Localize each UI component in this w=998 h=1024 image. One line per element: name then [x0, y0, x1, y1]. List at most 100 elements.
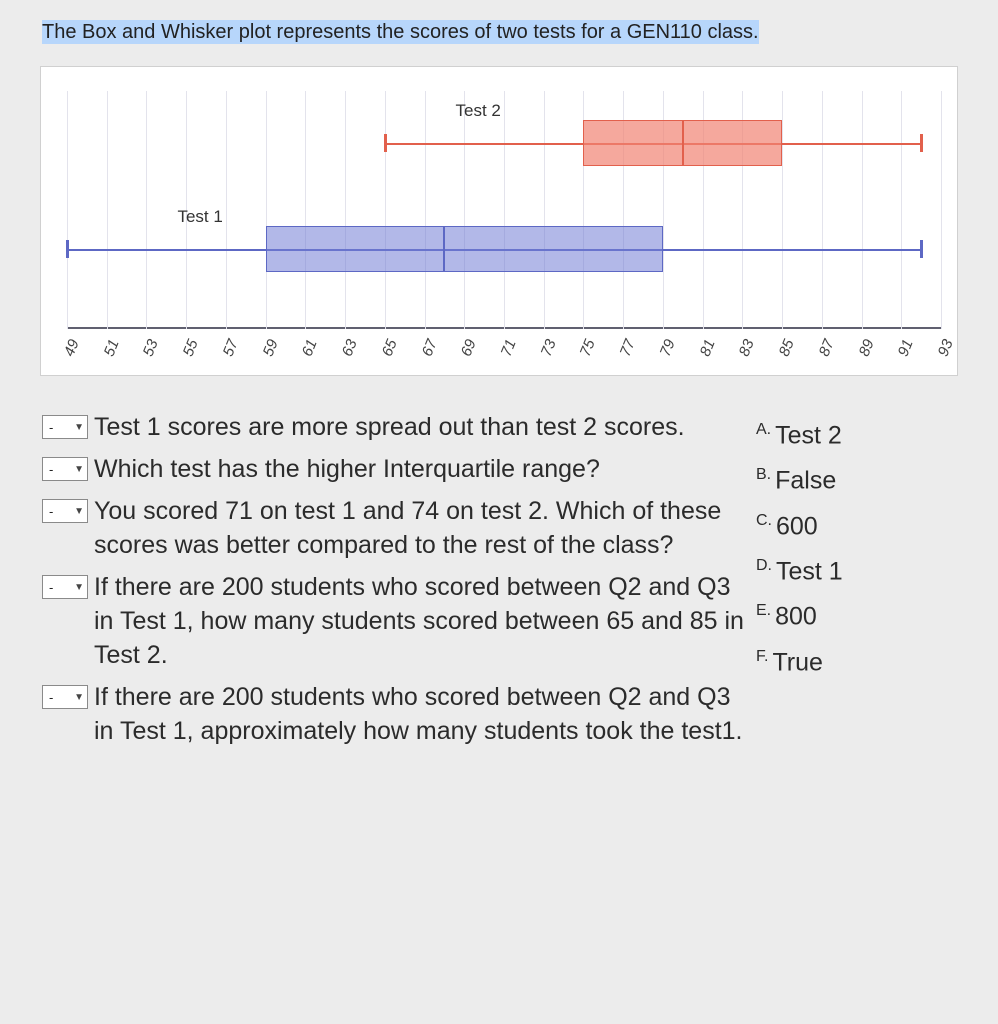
series-label: Test 2: [456, 101, 501, 121]
question-text: If there are 200 students who scored bet…: [94, 680, 746, 748]
gridline: [782, 91, 783, 329]
chevron-down-icon: ▼: [74, 582, 84, 593]
median-line: [443, 226, 445, 272]
gridline: [504, 91, 505, 329]
question-row: -▼You scored 71 on test 1 and 74 on test…: [42, 494, 746, 562]
answer-dropdown[interactable]: -▼: [42, 575, 88, 599]
dropdown-value: -: [49, 504, 53, 519]
question-row: -▼If there are 200 students who scored b…: [42, 570, 746, 672]
gridline: [305, 91, 306, 329]
question-text: Which test has the higher Interquartile …: [94, 452, 600, 486]
answer-text: Test 2: [775, 421, 842, 449]
gridline: [266, 91, 267, 329]
x-tick-label: 55: [180, 337, 202, 359]
answer-text: Test 1: [776, 557, 843, 585]
x-tick-label: 57: [220, 337, 242, 359]
gridline: [901, 91, 902, 329]
series-label: Test 1: [177, 207, 222, 227]
whisker-cap: [66, 240, 69, 258]
matching-section: -▼Test 1 scores are more spread out than…: [42, 410, 956, 756]
x-tick-label: 63: [339, 337, 361, 359]
answer-letter: B.: [756, 466, 771, 483]
x-tick-label: 85: [776, 337, 798, 359]
gridline: [862, 91, 863, 329]
x-tick-label: 93: [935, 337, 957, 359]
gridline: [385, 91, 386, 329]
gridline: [226, 91, 227, 329]
question-list: -▼Test 1 scores are more spread out than…: [42, 410, 746, 756]
x-tick-label: 65: [379, 337, 401, 359]
answer-dropdown[interactable]: -▼: [42, 499, 88, 523]
question-row: -▼If there are 200 students who scored b…: [42, 680, 746, 748]
answer-text: False: [775, 467, 836, 495]
plot-area: Test 1 Test 2: [67, 91, 941, 329]
page-root: The Box and Whisker plot represents the …: [0, 0, 998, 786]
answer-text: True: [772, 648, 822, 676]
chevron-down-icon: ▼: [74, 422, 84, 433]
answer-option: C.600: [756, 501, 956, 546]
x-tick-label: 87: [816, 337, 838, 359]
x-tick-label: 61: [299, 337, 321, 359]
dropdown-value: -: [49, 462, 53, 477]
answer-text: 800: [775, 603, 817, 631]
x-tick-label: 73: [537, 337, 559, 359]
x-tick-label: 83: [736, 337, 758, 359]
answer-option: B.False: [756, 455, 956, 500]
iqr-box: [266, 226, 663, 272]
gridline: [425, 91, 426, 329]
x-tick-label: 67: [418, 337, 440, 359]
x-tick-label: 75: [577, 337, 599, 359]
gridline: [146, 91, 147, 329]
answer-option: E.800: [756, 591, 956, 636]
whisker-cap: [920, 134, 923, 152]
answer-letter: D.: [756, 557, 772, 574]
answer-dropdown[interactable]: -▼: [42, 457, 88, 481]
x-tick-row: 4951535557596163656769717375777981838587…: [67, 333, 941, 369]
whisker-cap: [920, 240, 923, 258]
boxplot-chart: Test 1 Test 2 49 51 53 55 57 59 61 63 65 67 69 71 73 7…: [40, 66, 958, 376]
answer-letter: F.: [756, 648, 768, 665]
dropdown-value: -: [49, 420, 53, 435]
x-tick-label: 49: [61, 337, 83, 359]
whisker-cap: [384, 134, 387, 152]
x-tick-label: 53: [140, 337, 162, 359]
question-text: You scored 71 on test 1 and 74 on test 2…: [94, 494, 746, 562]
gridline: [822, 91, 823, 329]
chevron-down-icon: ▼: [74, 464, 84, 475]
x-tick-label: 79: [657, 337, 679, 359]
answer-option: D.Test 1: [756, 546, 956, 591]
chevron-down-icon: ▼: [74, 506, 84, 517]
gridline: [107, 91, 108, 329]
answer-key-list: A.Test 2B.FalseC.600D.Test 1E.800F.True: [756, 410, 956, 682]
x-tick-label: 81: [696, 337, 718, 359]
answer-letter: A.: [756, 421, 771, 438]
x-tick-label: 51: [100, 337, 122, 359]
question-prompt: The Box and Whisker plot represents the …: [42, 18, 986, 46]
x-tick-label: 89: [855, 337, 877, 359]
x-tick-label: 77: [617, 337, 639, 359]
answer-text: 600: [776, 512, 818, 540]
chevron-down-icon: ▼: [74, 692, 84, 703]
question-row: -▼Test 1 scores are more spread out than…: [42, 410, 746, 444]
answer-dropdown[interactable]: -▼: [42, 685, 88, 709]
gridline: [464, 91, 465, 329]
median-line: [682, 120, 684, 166]
dropdown-value: -: [49, 690, 53, 705]
question-text: If there are 200 students who scored bet…: [94, 570, 746, 672]
gridline: [67, 91, 68, 329]
question-row: -▼Which test has the higher Interquartil…: [42, 452, 746, 486]
prompt-text: The Box and Whisker plot represents the …: [42, 20, 759, 44]
x-tick-label: 59: [259, 337, 281, 359]
x-tick-label: 71: [498, 337, 520, 359]
x-tick-label: 91: [895, 337, 917, 359]
answer-letter: E.: [756, 602, 771, 619]
answer-option: F.True: [756, 637, 956, 682]
dropdown-value: -: [49, 580, 53, 595]
x-tick-label: 69: [458, 337, 480, 359]
answer-letter: C.: [756, 512, 772, 529]
gridline: [544, 91, 545, 329]
gridline: [345, 91, 346, 329]
answer-dropdown[interactable]: -▼: [42, 415, 88, 439]
answer-option: A.Test 2: [756, 410, 956, 455]
question-text: Test 1 scores are more spread out than t…: [94, 410, 685, 444]
